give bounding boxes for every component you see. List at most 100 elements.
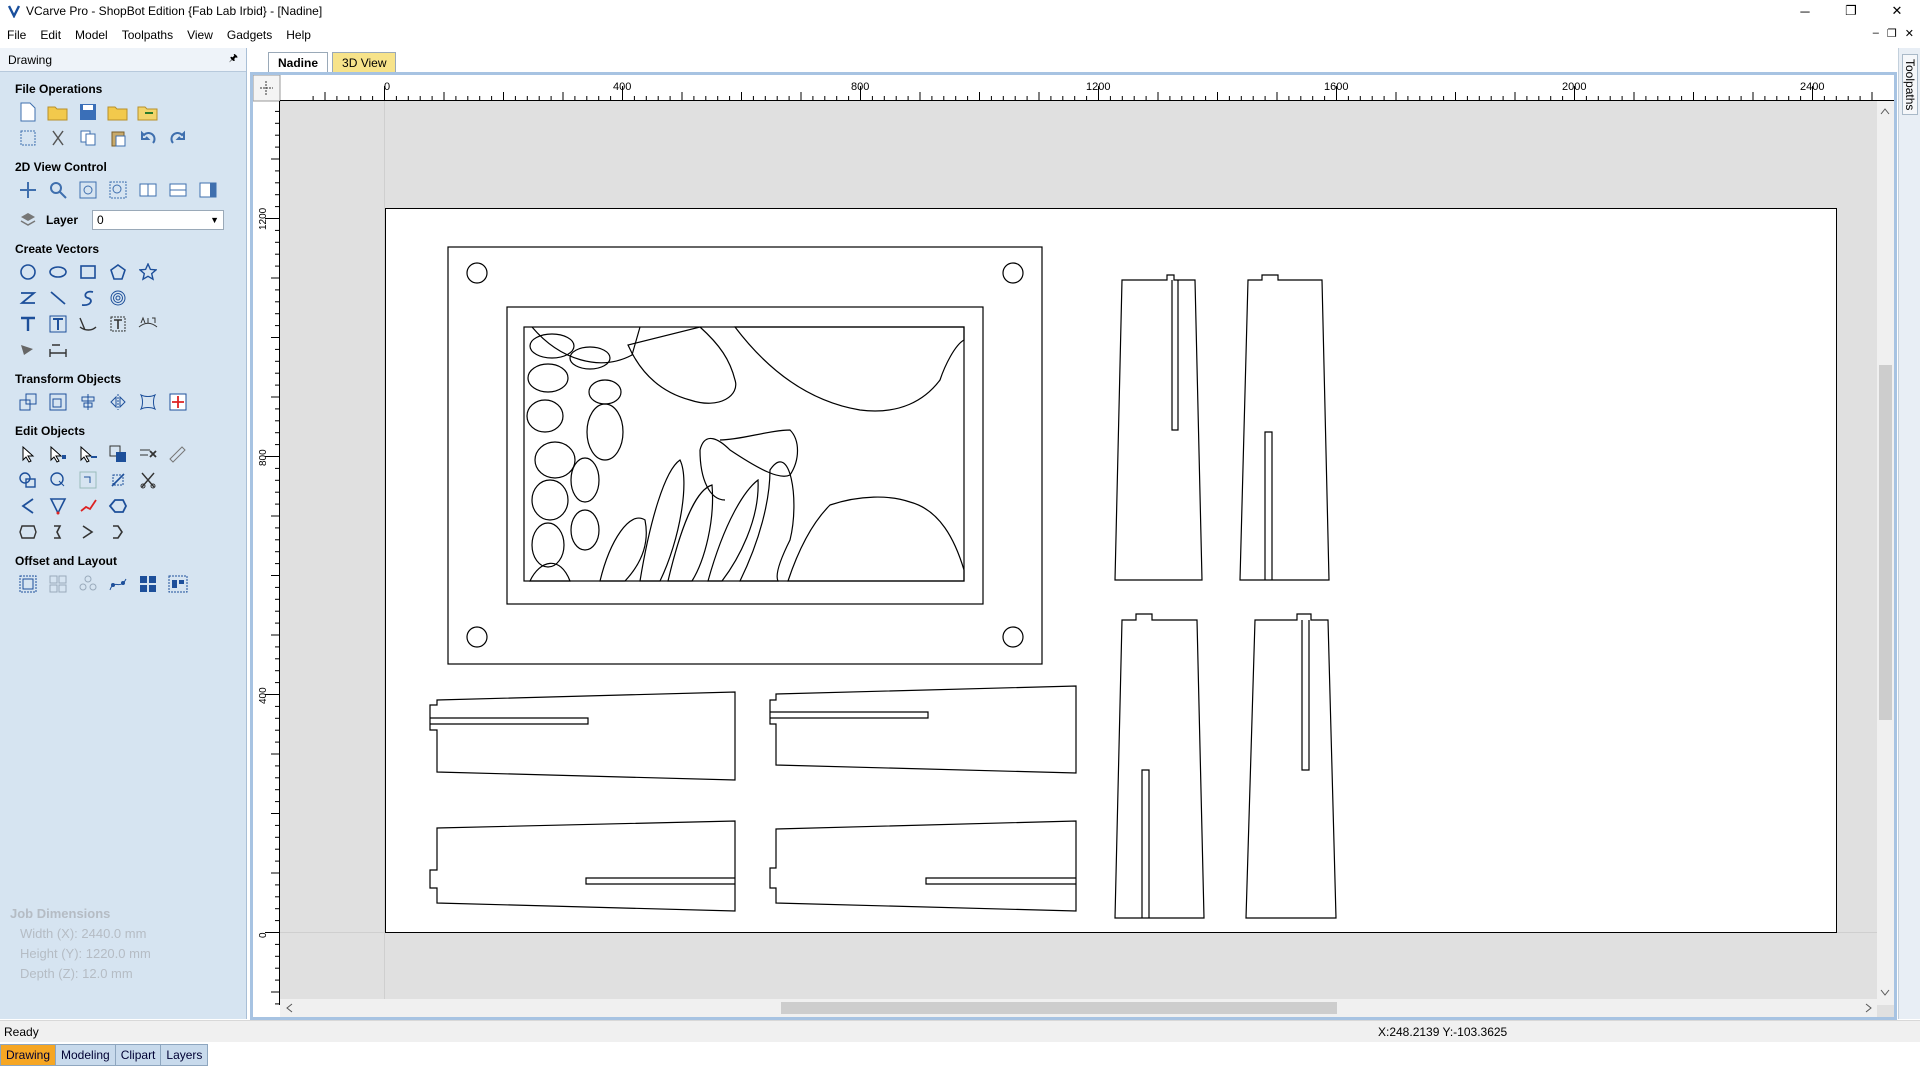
menu-model[interactable]: Model	[68, 28, 115, 42]
menu-toolpaths[interactable]: Toolpaths	[115, 28, 180, 42]
arc-tool-icon[interactable]	[76, 520, 100, 544]
intersect-vectors-icon[interactable]	[76, 468, 100, 492]
minimize-button[interactable]: ─	[1782, 0, 1828, 22]
tab-layers[interactable]: Layers	[160, 1044, 209, 1066]
mdi-close-button[interactable]: ✕	[1905, 27, 1914, 40]
horizontal-scrollbar-thumb[interactable]	[781, 1002, 1337, 1014]
draw-rectangle-icon[interactable]	[76, 260, 100, 284]
layer-select[interactable]: 0 ▼	[92, 210, 225, 230]
zoom-selection-icon[interactable]	[106, 178, 130, 202]
selection-tools-icon[interactable]	[106, 442, 130, 466]
menu-edit[interactable]: Edit	[33, 28, 68, 42]
close-button[interactable]: ✕	[1874, 0, 1920, 22]
open-folder-icon[interactable]	[46, 100, 70, 124]
sidebar-header: Drawing 🖈	[0, 48, 246, 72]
text-arc-icon[interactable]	[106, 312, 130, 336]
view-panel-icon[interactable]	[196, 178, 220, 202]
tab-modeling[interactable]: Modeling	[55, 1044, 116, 1066]
array-copy-icon[interactable]	[46, 572, 70, 596]
menu-view[interactable]: View	[180, 28, 220, 42]
new-file-icon[interactable]	[16, 100, 40, 124]
select-icon[interactable]	[16, 442, 40, 466]
interactive-transform-icon[interactable]	[76, 442, 100, 466]
ruler-x-label-800: 800	[851, 81, 869, 93]
draw-fillet-icon[interactable]	[16, 338, 40, 362]
job-dimensions-title: Job Dimensions	[10, 906, 111, 921]
undo-icon[interactable]	[136, 126, 160, 150]
paste-icon[interactable]	[106, 126, 130, 150]
mirror-icon[interactable]	[106, 390, 130, 414]
import-icon[interactable]	[136, 100, 160, 124]
bezier-icon[interactable]	[106, 520, 130, 544]
dimension-icon[interactable]	[46, 338, 70, 362]
toolpaths-tab[interactable]: Toolpaths	[1902, 54, 1918, 116]
delete-vectors-icon[interactable]	[136, 442, 160, 466]
split-horizontal-icon[interactable]	[166, 178, 190, 202]
nesting-icon[interactable]	[136, 572, 160, 596]
section-offset-layout: Offset and Layout	[15, 554, 118, 568]
job-setup-icon[interactable]	[16, 126, 40, 150]
tab-3d-view[interactable]: 3D View	[332, 52, 397, 74]
tab-drawing[interactable]: Drawing	[0, 1044, 57, 1066]
tab-nadine[interactable]: Nadine	[268, 52, 329, 74]
job-depth: Depth (Z): 12.0 mm	[20, 966, 133, 981]
scissors-icon[interactable]	[136, 468, 160, 492]
chamfer-icon[interactable]	[46, 494, 70, 518]
draw-polygon-icon[interactable]	[106, 260, 130, 284]
draw-line-icon[interactable]	[46, 286, 70, 310]
pin-icon[interactable]: 🖈	[229, 51, 238, 68]
cut-icon[interactable]	[46, 126, 70, 150]
mdi-restore-button[interactable]: ❐	[1887, 27, 1897, 40]
auto-layout-text-icon[interactable]	[46, 312, 70, 336]
mdi-minimize-button[interactable]: –	[1873, 27, 1879, 40]
scale-icon[interactable]	[46, 390, 70, 414]
extend-icon[interactable]	[76, 494, 100, 518]
smooth-icon[interactable]	[106, 494, 130, 518]
align-icon[interactable]	[76, 390, 100, 414]
trim-vectors-icon[interactable]	[106, 468, 130, 492]
text-abc-icon[interactable]	[136, 312, 160, 336]
weld-vectors-icon[interactable]	[16, 468, 40, 492]
join-icon[interactable]	[46, 520, 70, 544]
auto-nesting-icon[interactable]	[166, 572, 190, 596]
tab-clipart[interactable]: Clipart	[114, 1044, 162, 1066]
draw-text-icon[interactable]	[16, 312, 40, 336]
vertical-scrollbar-thumb[interactable]	[1879, 365, 1892, 720]
document-tabs: Nadine 3D View	[268, 52, 397, 74]
offset-icon[interactable]	[16, 572, 40, 596]
drawing-canvas[interactable]: 0 400 800 1200 1600 2000 2400 1200 800 4…	[253, 75, 1894, 1017]
edit-tool-icon[interactable]	[166, 442, 190, 466]
section-create-vectors: Create Vectors	[15, 242, 100, 256]
copy-along-vectors-icon[interactable]	[106, 572, 130, 596]
draw-curve-icon[interactable]	[76, 286, 100, 310]
copy-icon[interactable]	[76, 126, 100, 150]
fillet-icon[interactable]	[16, 494, 40, 518]
draw-ellipse-icon[interactable]	[46, 260, 70, 284]
zoom-icon[interactable]	[46, 178, 70, 202]
ruler-y-label-800: 800	[258, 449, 269, 466]
zoom-extents-icon[interactable]	[76, 178, 100, 202]
distort-icon[interactable]	[136, 390, 160, 414]
save-icon[interactable]	[76, 100, 100, 124]
redo-icon[interactable]	[166, 126, 190, 150]
status-text: Ready	[4, 1025, 39, 1039]
draw-circle-icon[interactable]	[16, 260, 40, 284]
menu-file[interactable]: File	[0, 28, 33, 42]
set-position-icon[interactable]	[166, 390, 190, 414]
save-as-icon[interactable]	[106, 100, 130, 124]
menu-help[interactable]: Help	[279, 28, 318, 42]
subtract-vectors-icon[interactable]	[46, 468, 70, 492]
move-icon[interactable]	[16, 390, 40, 414]
menu-bar: File Edit Model Toolpaths View Gadgets H…	[0, 24, 1920, 46]
circular-array-icon[interactable]	[76, 572, 100, 596]
maximize-button[interactable]: ❐	[1828, 0, 1874, 22]
close-vectors-icon[interactable]	[16, 520, 40, 544]
draw-star-icon[interactable]	[136, 260, 160, 284]
text-on-curve-icon[interactable]	[76, 312, 100, 336]
pan-icon[interactable]	[16, 178, 40, 202]
menu-gadgets[interactable]: Gadgets	[220, 28, 279, 42]
draw-polyline-icon[interactable]	[16, 286, 40, 310]
node-edit-icon[interactable]	[46, 442, 70, 466]
draw-spiral-icon[interactable]	[106, 286, 130, 310]
split-view-icon[interactable]	[136, 178, 160, 202]
